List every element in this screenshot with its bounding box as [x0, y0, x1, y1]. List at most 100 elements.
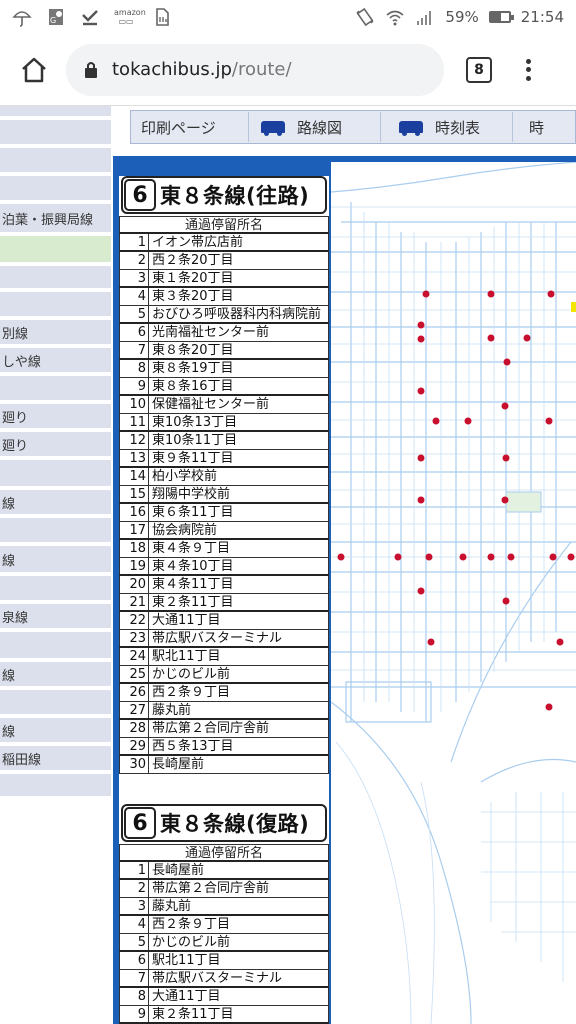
stop-row: 7 帯広駅バスターミナル [119, 970, 329, 988]
stop-number: 8 [120, 360, 149, 377]
bus-stop-marker[interactable] [545, 417, 553, 425]
stop-row: 2 西２条20丁目 [119, 252, 329, 270]
bus-stop-marker[interactable] [459, 553, 467, 561]
stop-row: 1 長崎屋前 [119, 862, 329, 880]
sidebar-item[interactable] [0, 266, 111, 290]
route-map-button[interactable]: 路線図 [249, 112, 381, 142]
stop-row: 7 東８条20丁目 [119, 342, 329, 360]
bus-stop-marker[interactable] [501, 402, 509, 410]
stop-row: 6 光南福祉センター前 [119, 324, 329, 342]
cut-toolbar-button[interactable]: 時 [513, 112, 554, 142]
bus-stop-marker[interactable] [487, 334, 495, 342]
sidebar-item[interactable]: 泉線 [0, 604, 111, 630]
sidebar-item[interactable]: 稲田線 [0, 746, 111, 772]
bus-stop-marker[interactable] [427, 638, 435, 646]
bus-stop-marker[interactable] [502, 597, 510, 605]
sidebar-item[interactable]: 別線 [0, 320, 111, 346]
timetable-button[interactable]: 時刻表 [381, 112, 513, 142]
url-path: /route/ [231, 59, 292, 80]
print-page-button[interactable]: 印刷ページ [131, 112, 249, 142]
sidebar-item[interactable]: 線 [0, 662, 111, 688]
stop-name: かじのビル前 [152, 935, 231, 950]
stop-number: 5 [120, 306, 149, 322]
sidebar-item[interactable] [0, 176, 111, 202]
stop-name: 西２条20丁目 [152, 253, 234, 268]
stop-name: 大通11丁目 [152, 989, 221, 1004]
stop-number: 7 [120, 970, 149, 986]
sidebar-item[interactable] [0, 106, 111, 118]
bus-stop-marker[interactable] [464, 417, 472, 425]
bus-stop-marker[interactable] [487, 553, 495, 561]
sidebar-item[interactable] [0, 518, 111, 544]
sidebar-item[interactable]: 泊葉・振興局線 [0, 204, 111, 234]
sidebar-item-label: 線 [2, 668, 16, 684]
sim-icon [156, 8, 169, 26]
bus-stop-marker[interactable] [417, 496, 425, 504]
bus-stop-marker[interactable] [422, 290, 430, 298]
stop-row: 9 東２条11丁目 [119, 1006, 329, 1024]
stop-row: 11 東10条13丁目 [119, 414, 329, 432]
bus-stop-marker[interactable] [503, 358, 511, 366]
bus-stop-marker[interactable] [417, 587, 425, 595]
browser-menu-button[interactable] [518, 55, 538, 85]
stop-number: 2 [120, 880, 149, 897]
stop-number: 17 [120, 522, 149, 538]
home-button[interactable] [14, 50, 54, 90]
bus-stop-marker[interactable] [556, 638, 564, 646]
bus-stop-marker[interactable] [523, 334, 531, 342]
sidebar-item[interactable] [0, 690, 111, 716]
stop-name: 翔陽中学校前 [152, 487, 231, 502]
return-route-title: 6 東８条線(復路) [121, 804, 327, 842]
stop-row: 21 東２条11丁目 [119, 594, 329, 612]
sidebar-item[interactable]: 線 [0, 546, 111, 574]
route-number-badge: 6 [124, 179, 156, 211]
sidebar-item[interactable]: しや線 [0, 348, 111, 374]
sidebar-item[interactable] [0, 120, 111, 146]
stop-number: 12 [120, 432, 149, 449]
bus-stop-marker[interactable] [417, 321, 425, 329]
street-map [331, 162, 576, 1024]
lock-icon [85, 61, 97, 78]
stop-number: 4 [120, 916, 149, 933]
bus-stop-marker[interactable] [432, 417, 440, 425]
stop-row: 8 大通11丁目 [119, 988, 329, 1006]
route-toolbar: 印刷ページ 路線図 時刻表 時 [130, 110, 576, 144]
sidebar-item[interactable] [0, 632, 111, 660]
amazon-icon: amazon ▭▭ [114, 8, 146, 26]
bus-stop-marker[interactable] [501, 496, 509, 504]
bus-stop-marker[interactable] [425, 553, 433, 561]
route-map[interactable] [331, 162, 576, 1024]
sidebar-item[interactable] [0, 376, 111, 402]
bus-stop-marker[interactable] [394, 553, 402, 561]
clock: 21:54 [520, 8, 564, 26]
sidebar-item[interactable]: 廻り [0, 432, 111, 458]
sidebar-item[interactable] [0, 460, 111, 488]
sidebar-item[interactable] [0, 774, 111, 798]
bus-stop-marker[interactable] [502, 454, 510, 462]
bus-stop-marker[interactable] [417, 387, 425, 395]
stop-number: 3 [120, 270, 149, 286]
bus-stop-marker[interactable] [337, 553, 345, 561]
bus-stop-marker[interactable] [547, 290, 555, 298]
sidebar-item[interactable] [0, 148, 111, 174]
stop-name: 帯広駅バスターミナル [152, 631, 283, 646]
bus-stop-marker[interactable] [417, 335, 425, 343]
bus-stop-marker[interactable] [549, 553, 557, 561]
sidebar-item[interactable] [0, 576, 111, 602]
sidebar-item[interactable]: 廻り [0, 404, 111, 430]
bus-stop-marker[interactable] [567, 553, 575, 561]
svg-text:G: G [50, 16, 56, 25]
stop-name: 東８条19丁目 [152, 361, 234, 376]
address-bar[interactable]: tokachibus.jp/route/ [66, 43, 444, 96]
sidebar-item[interactable]: 線 [0, 490, 111, 516]
route-content-frame: 6 東８条線(往路) 通過停留所名 1 イオン帯広店前 2 西２条20丁目 3 東１条20… [113, 156, 576, 1024]
bus-icon [399, 121, 423, 136]
tab-switcher-button[interactable]: 8 [466, 56, 492, 83]
bus-stop-marker[interactable] [545, 703, 553, 711]
bus-stop-marker[interactable] [507, 553, 515, 561]
sidebar-item[interactable] [0, 292, 111, 318]
bus-stop-marker[interactable] [417, 454, 425, 462]
sidebar-item[interactable]: 線 [0, 718, 111, 744]
sidebar-item[interactable] [0, 236, 111, 264]
bus-stop-marker[interactable] [487, 290, 495, 298]
